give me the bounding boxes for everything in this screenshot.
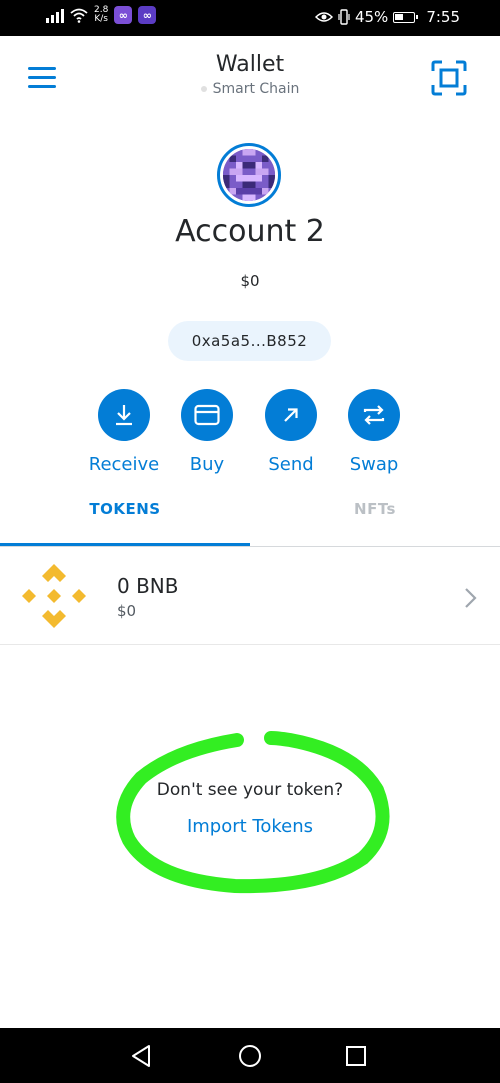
tab-tokens[interactable]: TOKENS bbox=[0, 500, 250, 546]
hamburger-menu-icon[interactable] bbox=[28, 67, 56, 89]
send-button[interactable]: Send bbox=[251, 389, 331, 475]
network-name: Smart Chain bbox=[212, 81, 300, 97]
token-row-bnb[interactable]: 0 BNB $0 bbox=[0, 547, 500, 645]
token-fiat-value: $0 bbox=[117, 602, 137, 620]
buy-label: Buy bbox=[189, 454, 225, 475]
account-name[interactable]: Account 2 bbox=[100, 214, 400, 249]
tab-nfts-label: NFTs bbox=[354, 500, 396, 518]
account-address-button[interactable]: 0xa5a5...B852 bbox=[168, 321, 331, 361]
app-notification-icon: ∞ bbox=[138, 6, 157, 24]
import-tokens-link[interactable]: Import Tokens bbox=[130, 816, 370, 837]
signal-icon bbox=[46, 7, 64, 23]
tab-nfts[interactable]: NFTs bbox=[250, 500, 500, 546]
speed-unit: K/s bbox=[94, 14, 108, 24]
battery-percent: 45% bbox=[354, 8, 389, 26]
swap-circle[interactable] bbox=[348, 389, 400, 441]
token-amount: 0 BNB bbox=[117, 574, 179, 598]
identicon-icon bbox=[223, 149, 275, 201]
green-highlight-scribble bbox=[116, 731, 390, 894]
status-bar: 2.8 K/s ∞ ∞ 45% 7:55 bbox=[0, 0, 500, 36]
home-icon[interactable] bbox=[236, 1042, 264, 1070]
recents-icon[interactable] bbox=[342, 1042, 370, 1070]
qr-scan-icon[interactable] bbox=[431, 60, 467, 96]
eye-comfort-icon bbox=[314, 12, 333, 22]
network-speed: 2.8 K/s bbox=[94, 6, 108, 24]
identicon-pattern bbox=[223, 149, 275, 201]
page-title: Wallet bbox=[215, 52, 285, 77]
account-balance: $0 bbox=[240, 272, 260, 290]
chevron-right-icon bbox=[465, 588, 477, 608]
send-circle[interactable] bbox=[265, 389, 317, 441]
status-left: 2.8 K/s ∞ ∞ bbox=[46, 6, 157, 24]
tab-tokens-label: TOKENS bbox=[89, 500, 161, 518]
receive-button[interactable]: Receive bbox=[84, 389, 164, 475]
arrow-up-right-icon bbox=[284, 408, 298, 422]
clock: 7:55 bbox=[426, 8, 460, 26]
swap-arrows-icon bbox=[363, 405, 385, 425]
status-right: 45% 7:55 bbox=[314, 8, 460, 26]
receive-circle[interactable] bbox=[98, 389, 150, 441]
swap-button[interactable]: Swap bbox=[334, 389, 414, 475]
receive-label: Receive bbox=[88, 454, 160, 475]
vibrate-icon bbox=[338, 9, 350, 25]
card-icon bbox=[194, 404, 220, 426]
app-notification-icon: ∞ bbox=[114, 6, 133, 24]
buy-button[interactable]: Buy bbox=[167, 389, 247, 475]
swap-label: Swap bbox=[349, 454, 399, 475]
wifi-icon bbox=[70, 8, 88, 23]
network-dot-icon bbox=[200, 86, 207, 92]
bnb-logo-icon bbox=[22, 564, 86, 628]
account-avatar[interactable] bbox=[217, 143, 281, 207]
download-arrow-icon bbox=[116, 405, 132, 426]
network-indicator[interactable]: Smart Chain bbox=[150, 81, 350, 97]
back-icon[interactable] bbox=[127, 1042, 155, 1070]
import-prompt-text: Don't see your token? bbox=[156, 780, 344, 800]
header-title-block: Wallet Smart Chain bbox=[150, 52, 350, 97]
system-nav-bar bbox=[0, 1028, 500, 1083]
battery-icon bbox=[393, 11, 419, 23]
send-label: Send bbox=[268, 454, 314, 475]
buy-circle[interactable] bbox=[181, 389, 233, 441]
